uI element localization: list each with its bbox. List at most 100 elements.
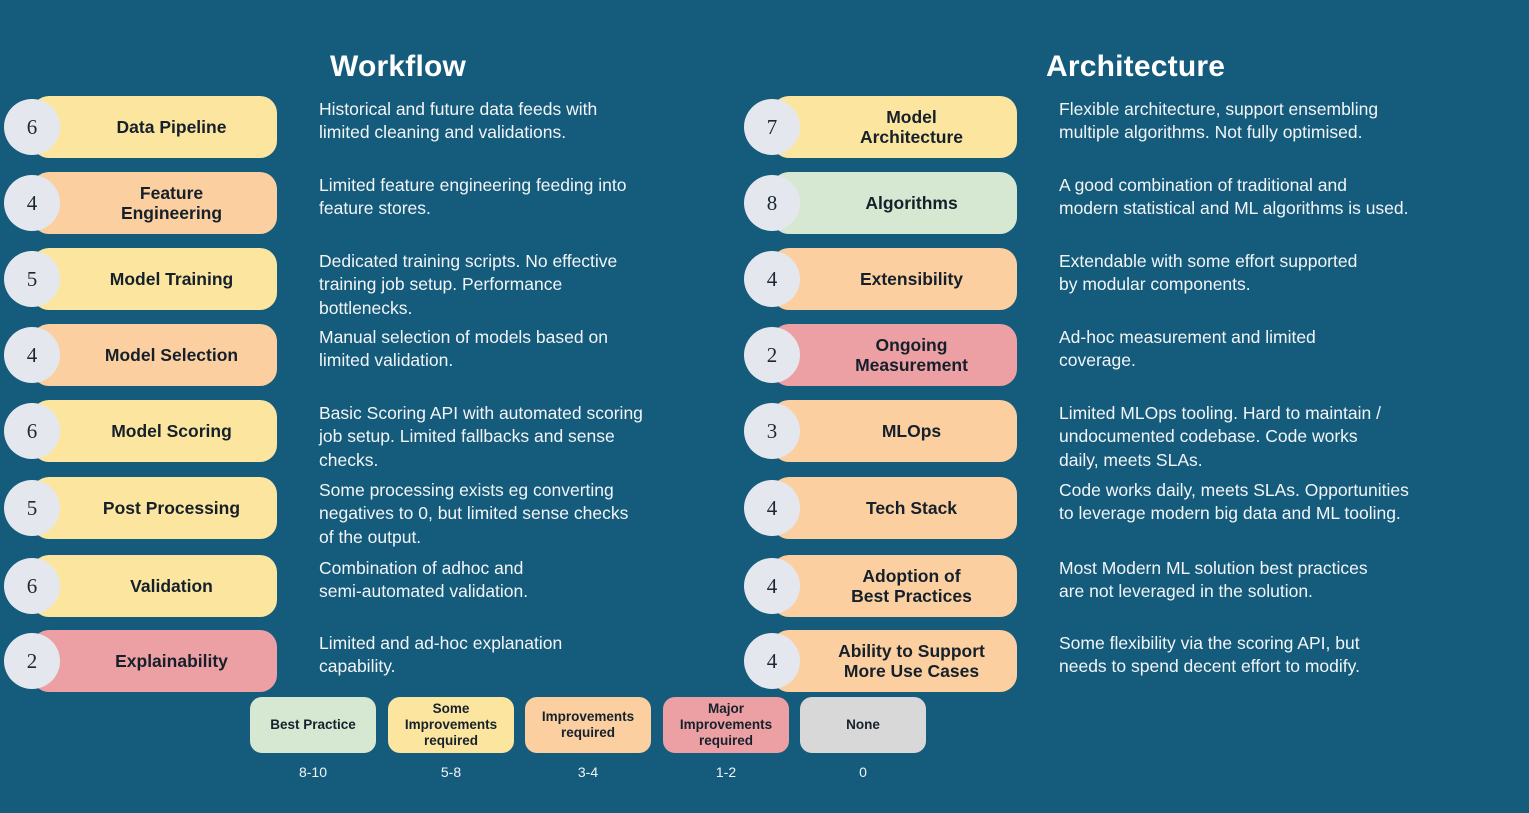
capability-label: Ability to Support More Use Cases [838,640,985,681]
capability-label: Model Selection [104,344,239,365]
capability-pill[interactable]: Ongoing Measurement [772,324,1017,386]
column-heading-architecture: Architecture [1046,50,1226,83]
capability-pill[interactable]: Model Training [32,248,277,310]
legend-item: Major Improvements required 1-2 [663,697,789,780]
capability-description: Historical and future data feeds with li… [319,99,598,143]
capability-pill[interactable]: Validation [32,555,277,617]
capability-label: Extensibility [859,268,964,289]
capability-description: Dedicated training scripts. No effective… [319,251,618,318]
capability-description: Limited and ad-hoc explanation capabilit… [319,633,563,677]
score-badge: 8 [744,175,800,231]
score-badge: 2 [4,633,60,689]
legend-chip[interactable]: Best Practice [250,697,376,753]
score-badge: 5 [4,251,60,307]
capability-pill[interactable]: Data Pipeline [32,96,277,158]
score-badge: 4 [744,251,800,307]
capability-pill[interactable]: Algorithms [772,172,1017,234]
capability-label: Adoption of Best Practices [851,565,972,606]
score-badge: 2 [744,327,800,383]
capability-row: Adoption of Best Practices 4 Most Modern M… [744,555,1479,617]
capability-description: Some processing exists eg converting neg… [319,480,629,547]
capability-row: Ongoing Measurement 2 Ad-hoc measurement a… [744,324,1479,386]
capability-pill[interactable]: Feature Engineering [32,172,277,234]
capability-label: Validation [130,575,213,596]
capability-label: Feature Engineering [120,182,223,223]
capability-row: Model Selection 4 Manual selection of mode… [4,324,719,386]
legend-chip-label: Some Improvements required [404,701,498,748]
capability-pill[interactable]: Model Selection [32,324,277,386]
capability-description: Code works daily, meets SLAs. Opportunit… [1059,480,1409,524]
legend-item: Some Improvements required 5-8 [388,697,514,780]
score-badge: 4 [744,633,800,689]
legend-range: 8-10 [298,764,328,780]
score-badge: 3 [744,403,800,459]
capability-row: Model Scoring 6 Basic Scoring API with aut… [4,400,719,472]
capability-pill[interactable]: Tech Stack [772,477,1017,539]
capability-description: Ad-hoc measurement and limited coverage. [1059,327,1316,371]
legend-chip[interactable]: Some Improvements required [388,697,514,753]
capability-description: A good combination of traditional and mo… [1059,175,1409,219]
capability-pill[interactable]: Adoption of Best Practices [772,555,1017,617]
legend-chip[interactable]: Major Improvements required [663,697,789,753]
legend-range: 0 [859,764,867,780]
score-badge: 5 [4,480,60,536]
capability-description: Manual selection of models based on limi… [319,327,608,371]
capability-row: Model Architecture 7 Flexible architecture… [744,96,1479,158]
capability-description: Limited MLOps tooling. Hard to maintain … [1059,403,1381,470]
capability-pill[interactable]: MLOps [772,400,1017,462]
capability-pill[interactable]: Extensibility [772,248,1017,310]
capability-description: Most Modern ML solution best practices a… [1059,558,1368,602]
score-badge: 4 [4,327,60,383]
legend-chip-label: None [846,717,880,733]
legend-item: None 0 [800,697,926,780]
score-badge: 6 [4,99,60,155]
capability-row: Algorithms 8 A good combination of traditi… [744,172,1479,234]
legend-range: 3-4 [577,764,599,780]
capability-label: Explainability [115,650,228,671]
legend-item: Improvements required 3-4 [525,697,651,780]
capability-pill[interactable]: Explainability [32,630,277,692]
capability-description: Limited feature engineering feeding into… [319,175,627,219]
capability-label: Post Processing [102,497,241,518]
capability-description: Some flexibility via the scoring API, bu… [1059,633,1360,677]
capability-row: Validation 6 Combination of adhoc and semi… [4,555,719,617]
capability-label: Model Training [109,268,234,289]
capability-pill[interactable]: Model Architecture [772,96,1017,158]
score-badge: 7 [744,99,800,155]
score-badge: 4 [744,480,800,536]
capability-label: Model Scoring [111,420,232,441]
column-heading-workflow: Workflow [330,50,467,83]
capability-label: Model Architecture [859,106,964,147]
capability-pill[interactable]: Ability to Support More Use Cases [772,630,1017,692]
capability-row: Post Processing 5 Some processing exists e… [4,477,719,549]
capability-row: Tech Stack 4 Code works daily, meets SLAs.… [744,477,1479,539]
capability-description: Basic Scoring API with automated scoring… [319,403,643,470]
capability-description: Combination of adhoc and semi-automated … [319,558,529,602]
capability-pill[interactable]: Post Processing [32,477,277,539]
capability-description: Flexible architecture, support ensemblin… [1059,99,1379,143]
capability-pill[interactable]: Model Scoring [32,400,277,462]
capability-row: Explainability 2 Limited and ad-hoc explan… [4,630,719,692]
capability-row: Ability to Support More Use Cases 4 Some f… [744,630,1479,692]
capability-label: Tech Stack [865,497,958,518]
score-badge: 6 [4,558,60,614]
legend-chip-label: Best Practice [270,717,356,733]
capability-label: Algorithms [865,192,958,213]
legend-chip[interactable]: Improvements required [525,697,651,753]
capability-label: Data Pipeline [116,116,227,137]
infographic-canvas: Workflow Architecture Data Pipeline 6 Hist… [0,0,1529,813]
capability-row: MLOps 3 Limited MLOps tooling. Hard to mai… [744,400,1479,472]
legend: Scored on a 0-10 scale Best Practice8-10… [0,697,1529,792]
capability-row: Feature Engineering 4 Limited feature engi… [4,172,719,234]
score-badge: 6 [4,403,60,459]
legend-chip[interactable]: None [800,697,926,753]
capability-label: MLOps [881,420,942,441]
legend-item: Best Practice 8-10 [250,697,376,780]
legend-range: 5-8 [440,764,462,780]
score-badge: 4 [4,175,60,231]
capability-description: Extendable with some effort supported by… [1059,251,1358,295]
capability-row: Model Training 5 Dedicated training script… [4,248,719,320]
capability-row: Data Pipeline 6 Historical and future data… [4,96,719,158]
legend-range: 1-2 [715,764,737,780]
score-badge: 4 [744,558,800,614]
